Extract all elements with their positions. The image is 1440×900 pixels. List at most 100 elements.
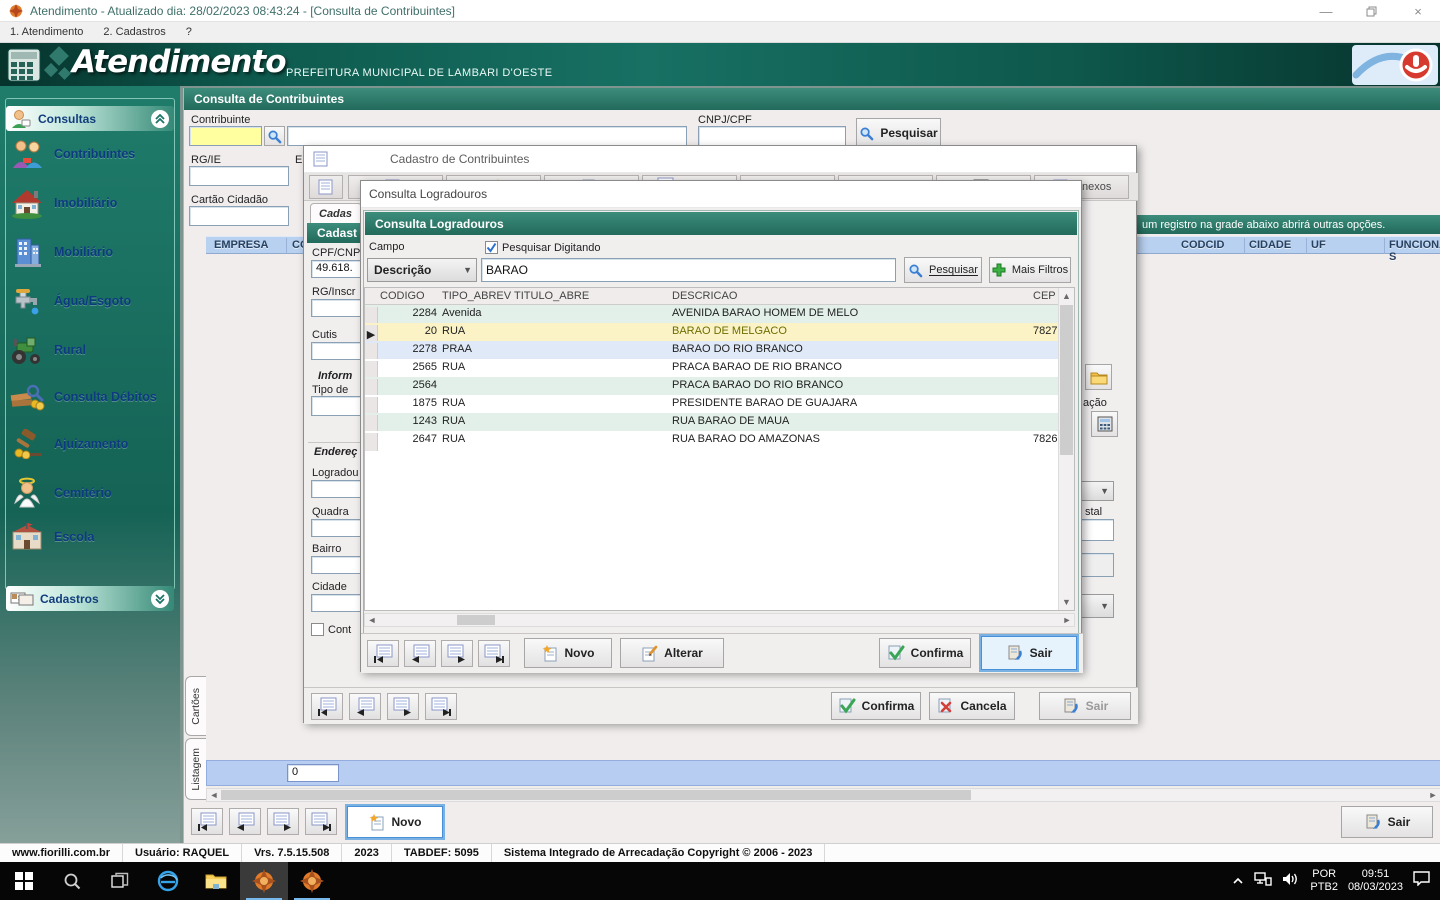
lg-nav-next-button[interactable]: [441, 640, 473, 667]
logradouros-dialog-titlebar[interactable]: Consulta Logradouros: [361, 181, 1081, 208]
campo-combo[interactable]: Descrição▼: [367, 258, 477, 282]
debts-icon: [8, 382, 46, 412]
tab-cartoes[interactable]: Cartões: [185, 676, 206, 736]
lg-pesquisar-button[interactable]: Pesquisar: [904, 257, 982, 283]
logradouro-search-input[interactable]: BARAO: [481, 258, 896, 282]
sidebar-item-label: Contribuintes: [54, 147, 135, 161]
sidebar-item-ajuizamento[interactable]: Ajuizamento: [8, 422, 176, 466]
cad-nav-next-button[interactable]: [387, 693, 419, 720]
lg-col-tipo_abrev[interactable]: TIPO_ABREV: [442, 290, 512, 302]
sidebar-group-cadastros[interactable]: Cadastros: [6, 586, 174, 611]
logradouro-row-1875[interactable]: 1875RUAPRESIDENTE BARAO DE GUAJARA: [365, 395, 1060, 413]
sidebar-item-escola[interactable]: Escola: [8, 515, 176, 559]
logradouro-row-1243[interactable]: 1243RUARUA BARAO DE MAUA: [365, 413, 1060, 431]
minimize-button[interactable]: —: [1304, 0, 1348, 22]
menu-help[interactable]: ?: [176, 22, 202, 43]
lg-h-scrollbar[interactable]: ◄ ►: [364, 613, 1075, 627]
grid-col-codcid[interactable]: CODCID: [1181, 239, 1224, 251]
count-input[interactable]: 0: [287, 764, 339, 782]
lg-col-descricao[interactable]: DESCRICAO: [672, 290, 1030, 302]
mais-filtros-button[interactable]: Mais Filtros: [989, 257, 1071, 283]
lg-col-codigo[interactable]: CODIGO: [380, 290, 438, 302]
tab-listagem[interactable]: Listagem: [185, 738, 206, 800]
lg-nav-first-button[interactable]: [367, 640, 399, 667]
cad-confirma-button[interactable]: Confirma: [831, 692, 921, 720]
lg-nav-prev-button[interactable]: [404, 640, 436, 667]
cad-nav-last-button[interactable]: [425, 693, 457, 720]
sidebar-item-imobili-rio[interactable]: Imobiliário: [8, 181, 176, 225]
logradouro-row-2284[interactable]: 2284AvenidaAVENIDA BARAO HOMEM DE MELO: [365, 305, 1060, 323]
nav-first-icon: [372, 644, 394, 664]
sidebar-group-consultas[interactable]: Consultas: [6, 106, 174, 131]
logradouro-row-2278[interactable]: 2278PRAABARAO DO RIO BRANCO: [365, 341, 1060, 359]
close-button[interactable]: ×: [1396, 0, 1440, 22]
cnpj-input[interactable]: [698, 126, 846, 146]
grid-col-uf[interactable]: UF: [1311, 239, 1326, 251]
cad-sair-button[interactable]: Sair: [1039, 692, 1131, 720]
contribuinte-name-input[interactable]: [287, 126, 687, 146]
taskbar-search-button[interactable]: [48, 862, 96, 900]
fiorilli-app-icon[interactable]: [288, 862, 336, 900]
contribuinte-lookup-button[interactable]: [264, 126, 285, 146]
chevron-up-icon[interactable]: [151, 110, 169, 128]
lg-sair-button[interactable]: Sair: [981, 636, 1077, 670]
lg-v-scrollbar[interactable]: ▲ ▼: [1058, 288, 1074, 610]
folder-button[interactable]: [1085, 364, 1112, 390]
pesquisar-button[interactable]: Pesquisar: [856, 118, 941, 148]
logradouro-row-2565[interactable]: 2565RUAPRACA BARAO DE RIO BRANCO: [365, 359, 1060, 377]
tab-cadastro[interactable]: Cadas: [310, 203, 362, 223]
sidebar-item-label: Rural: [54, 343, 86, 357]
rg-ie-input[interactable]: [189, 166, 289, 186]
toolbar-small-button[interactable]: [309, 175, 343, 199]
task-view-button[interactable]: [96, 862, 144, 900]
file-explorer-icon[interactable]: [192, 862, 240, 900]
logradouro-row-20[interactable]: ▶20RUABARAO DE MELGACO7827: [365, 323, 1060, 341]
tray-chevron-up-icon[interactable]: [1232, 875, 1244, 887]
lg-alterar-button[interactable]: Alterar: [620, 638, 724, 668]
nav-first-button[interactable]: [191, 808, 223, 835]
cartao-cidadao-input[interactable]: [189, 206, 289, 226]
lg-nav-last-button[interactable]: [478, 640, 510, 667]
fiorilli-app-active-icon[interactable]: [240, 862, 288, 900]
logradouro-row-2647[interactable]: 2647RUARUA BARAO DO AMAZONAS7826: [365, 431, 1060, 449]
start-button[interactable]: [0, 862, 48, 900]
novo-button-main[interactable]: Novo: [347, 806, 443, 838]
cad-nav-prev-button[interactable]: [349, 693, 381, 720]
menu-cadastros[interactable]: 2. Cadastros: [93, 22, 175, 43]
main-h-scrollbar[interactable]: ◄ ►: [206, 788, 1440, 802]
lg-confirma-button[interactable]: Confirma: [879, 638, 971, 668]
lg-col-cep[interactable]: CEP: [1033, 290, 1060, 302]
grid-col-empresa[interactable]: EMPRESA: [214, 239, 268, 251]
sidebar-item-consulta-d-bitos[interactable]: Consulta Débitos: [8, 375, 176, 419]
maximize-button[interactable]: [1349, 0, 1393, 22]
grid-col-cidade[interactable]: CIDADE: [1249, 239, 1291, 251]
notification-center-icon[interactable]: [1413, 871, 1430, 891]
menu-atendimento[interactable]: 1. Atendimento: [0, 22, 93, 43]
sidebar-item-contribuintes[interactable]: Contribuintes: [8, 132, 176, 176]
cont-checkbox[interactable]: [311, 623, 324, 636]
clock[interactable]: 09:5108/03/2023: [1348, 868, 1403, 894]
cad-nav-first-button[interactable]: [311, 693, 343, 720]
cad-cancela-button[interactable]: Cancela: [929, 692, 1015, 720]
internet-explorer-icon[interactable]: [144, 862, 192, 900]
sidebar-item-cemit-rio[interactable]: Cemitério: [8, 471, 176, 515]
nav-last-button[interactable]: [305, 808, 337, 835]
logradouro-row-2564[interactable]: 2564PRACA BARAO DO RIO BRANCO: [365, 377, 1060, 395]
calc-button[interactable]: [1091, 411, 1118, 437]
sair-button-main[interactable]: Sair: [1341, 806, 1433, 838]
pesquisar-digitando-checkbox[interactable]: [485, 241, 498, 254]
chevron-down-icon[interactable]: [151, 590, 169, 608]
lg-col-titulo_abre[interactable]: TITULO_ABRE: [514, 290, 670, 302]
sidebar-item-rural[interactable]: Rural: [8, 328, 176, 372]
lg-novo-button[interactable]: Novo: [524, 638, 612, 668]
sidebar-item-mobili-rio[interactable]: Mobiliário: [8, 230, 176, 274]
speaker-icon[interactable]: [1282, 872, 1300, 891]
nav-next-button[interactable]: [267, 808, 299, 835]
nav-prev-button[interactable]: [229, 808, 261, 835]
network-icon[interactable]: [1254, 872, 1272, 891]
language-indicator[interactable]: PORPTB2: [1310, 868, 1338, 894]
cadastro-dialog-titlebar[interactable]: Cadastro de Contribuintes: [304, 146, 1136, 173]
grid-col-funcionai[interactable]: FUNCIONAI S: [1389, 239, 1440, 263]
sidebar-item--gua-esgoto[interactable]: Água/Esgoto: [8, 279, 176, 323]
contribuinte-code-input[interactable]: [189, 126, 262, 146]
